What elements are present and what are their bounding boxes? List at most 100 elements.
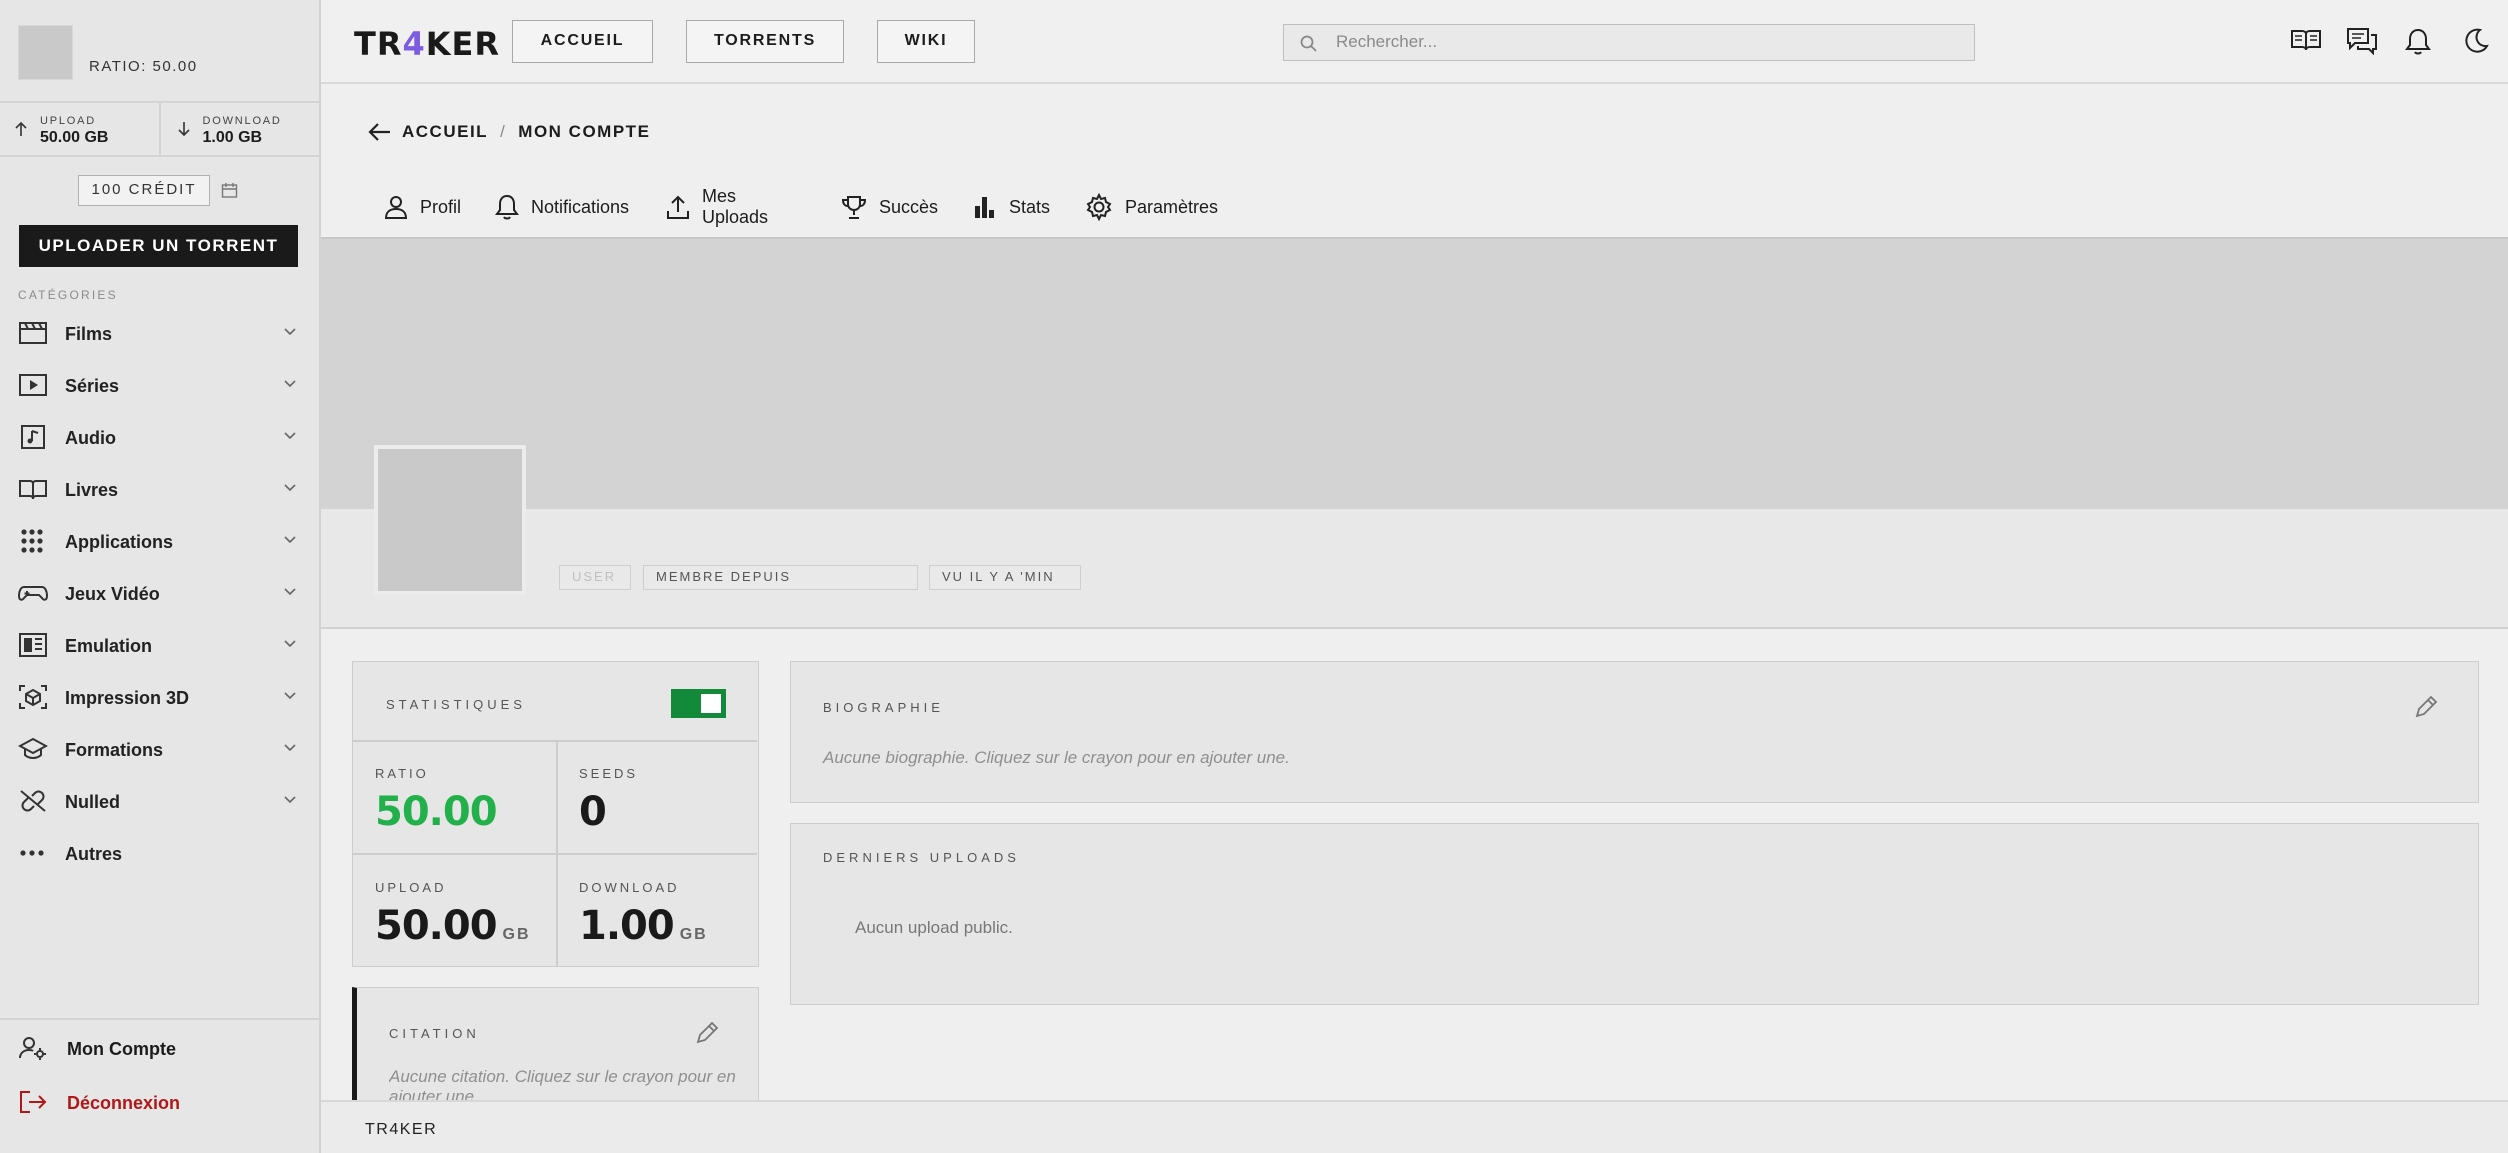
category-emulation[interactable]: Emulation [0, 619, 319, 671]
category-label: Applications [65, 532, 174, 552]
stat-seeds: SEEDS 0 [579, 766, 638, 835]
biography-card [790, 661, 2479, 803]
tab-parametres[interactable]: Paramètres [1085, 190, 1218, 224]
pencil-icon[interactable] [694, 1020, 720, 1046]
graduation-cap-icon [18, 736, 48, 762]
sidebar: RATIO: 50.00 UPLOAD 50.00 GB DOWNLOAD 1.… [0, 0, 321, 1153]
chevron-down-icon[interactable] [284, 432, 296, 440]
arrow-left-icon[interactable] [368, 122, 392, 142]
stat-unit: GB [679, 926, 708, 943]
category-label: Formations [65, 740, 164, 760]
breadcrumb-current: MON COMPTE [518, 122, 651, 141]
chevron-down-icon[interactable] [284, 328, 296, 336]
chevron-down-icon[interactable] [284, 796, 296, 804]
tab-label: Profil [420, 196, 462, 217]
chevron-down-icon[interactable] [284, 484, 296, 492]
logout-label: Déconnexion [67, 1093, 181, 1113]
gamepad-icon [18, 580, 48, 606]
quote-card-title: CITATION [389, 1026, 480, 1041]
logo-prefix: TR [354, 25, 403, 63]
tab-mes-uploads[interactable]: Mes Uploads [666, 186, 768, 227]
tab-notifications[interactable]: Notifications [495, 190, 629, 224]
stats-visibility-toggle[interactable] [671, 689, 726, 718]
category-label: Audio [65, 428, 116, 448]
category-formations[interactable]: Formations [0, 723, 319, 775]
chevron-down-icon[interactable] [284, 692, 296, 700]
chevron-down-icon[interactable] [284, 536, 296, 544]
tab-label: Paramètres [1125, 196, 1219, 217]
breadcrumb: ACCUEIL / MON COMPTE [368, 122, 650, 142]
my-account-link[interactable]: Mon Compte [0, 1020, 319, 1074]
chevron-down-icon[interactable] [284, 380, 296, 388]
bar-chart-icon [973, 194, 997, 220]
chevron-down-icon[interactable] [284, 744, 296, 752]
stat-label: RATIO [375, 766, 429, 781]
stat-value-row: 50.00 GB [375, 903, 531, 949]
upload-torrent-button[interactable]: UPLOADER UN TORRENT [19, 225, 298, 267]
category-series[interactable]: Séries [0, 359, 319, 411]
chevron-down-icon[interactable] [284, 640, 296, 648]
upload-stat: UPLOAD 50.00 GB [0, 103, 159, 155]
stat-label: DOWNLOAD [579, 880, 680, 895]
category-label: Impression 3D [65, 688, 190, 708]
logout-link[interactable]: Déconnexion [0, 1074, 319, 1128]
tab-succes[interactable]: Succès [841, 190, 938, 224]
tab-profil[interactable]: Profil [383, 190, 461, 224]
nav-wiki-button[interactable]: WIKI [877, 20, 975, 63]
category-autres[interactable]: Autres [0, 827, 319, 879]
category-livres[interactable]: Livres [0, 463, 319, 515]
arrow-down-icon [177, 121, 191, 137]
chevron-down-icon[interactable] [284, 588, 296, 596]
dark-mode-moon-icon[interactable] [2462, 27, 2490, 55]
breadcrumb-home[interactable]: ACCUEIL [402, 122, 488, 142]
my-account-label: Mon Compte [67, 1039, 176, 1059]
transfer-stats: UPLOAD 50.00 GB DOWNLOAD 1.00 GB [0, 101, 319, 157]
chat-icon[interactable] [2346, 27, 2378, 55]
tv-play-icon [18, 372, 48, 398]
stat-upload: UPLOAD 50.00 GB [375, 880, 531, 949]
user-avatar[interactable] [18, 25, 73, 80]
category-label: Livres [65, 480, 119, 500]
bell-icon[interactable] [2405, 27, 2431, 55]
breadcrumb-separator: / [500, 122, 507, 141]
apps-grid-icon [18, 528, 48, 554]
tab-label: Notifications [531, 196, 630, 217]
search-input[interactable] [1334, 25, 1954, 59]
profile-avatar[interactable] [374, 445, 526, 595]
user-settings-icon [18, 1036, 48, 1060]
upload-value: 50.00 GB [40, 129, 109, 146]
gear-icon [1085, 193, 1113, 221]
credit-badge[interactable]: 100 CRÉDIT [78, 175, 210, 206]
category-impression-3d[interactable]: Impression 3D [0, 671, 319, 723]
more-dots-icon [18, 840, 48, 866]
nav-torrents-button[interactable]: TORRENTS [686, 20, 844, 63]
stat-label: UPLOAD [375, 880, 447, 895]
logo-accent: 4 [402, 25, 426, 63]
category-label: Emulation [65, 636, 153, 656]
logo-suffix: KER [425, 25, 501, 63]
pencil-icon[interactable] [2413, 694, 2439, 720]
search-bar[interactable] [1283, 24, 1975, 61]
footer-brand: TR4KER [365, 1121, 438, 1138]
role-badge: USER [559, 565, 631, 590]
music-file-icon [18, 424, 48, 450]
download-stat: DOWNLOAD 1.00 GB [158, 103, 320, 155]
category-audio[interactable]: Audio [0, 411, 319, 463]
calendar-icon[interactable] [221, 182, 238, 199]
category-applications[interactable]: Applications [0, 515, 319, 567]
stat-value: 1.00 [579, 903, 675, 949]
top-bar: TR4KER ACCUEIL TORRENTS WIKI [321, 0, 2508, 84]
upload-icon [666, 194, 690, 220]
book-open-icon[interactable] [2290, 27, 2322, 53]
film-icon [18, 320, 48, 346]
nav-accueil-button[interactable]: ACCUEIL [512, 20, 653, 63]
arrow-up-icon [14, 121, 28, 137]
category-jeux-video[interactable]: Jeux Vidéo [0, 567, 319, 619]
tab-stats[interactable]: Stats [973, 190, 1050, 224]
emulation-icon [18, 632, 48, 658]
profile-banner[interactable] [321, 237, 2508, 509]
category-films[interactable]: Films [0, 307, 319, 359]
site-logo[interactable]: TR4KER [354, 25, 500, 63]
category-label: Nulled [65, 792, 121, 812]
category-nulled[interactable]: Nulled [0, 775, 319, 827]
